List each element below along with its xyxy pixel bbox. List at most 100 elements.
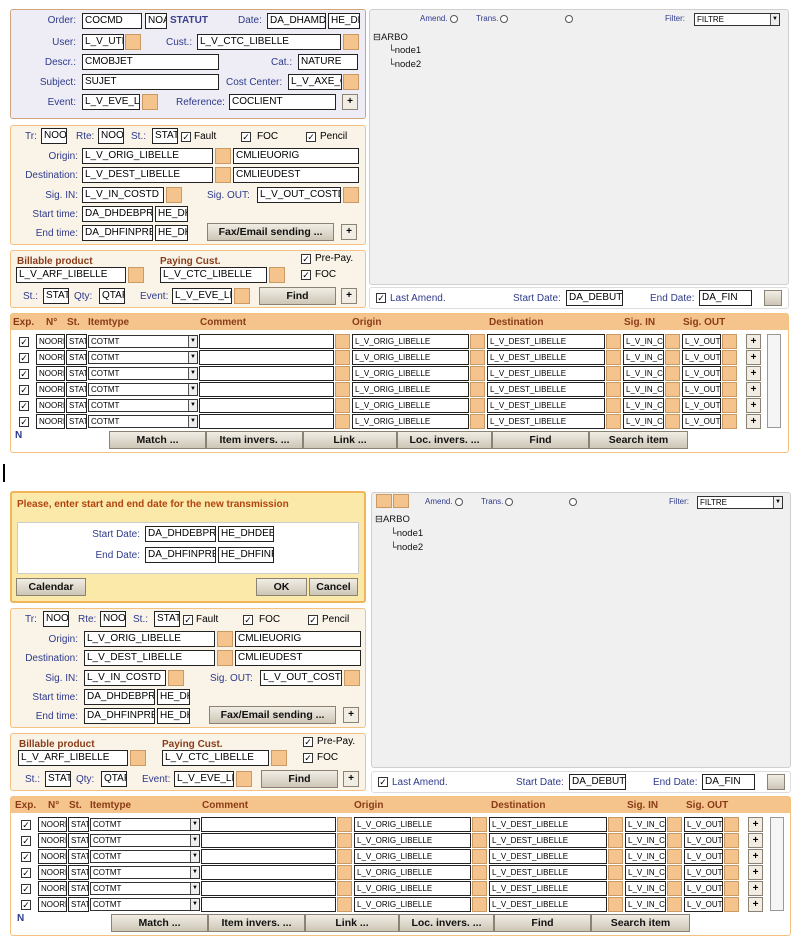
row-plus-button[interactable]: + [748,881,763,896]
row-origin-picker-button[interactable] [337,817,352,832]
row-origin-picker-button-b[interactable] [472,897,487,912]
row-comment-field[interactable] [201,897,336,912]
row-origin-field[interactable]: L_V_ORIG_LIBELLE [354,897,471,912]
row-origin-picker-button-b[interactable] [472,849,487,864]
start-time-field[interactable]: DA_DHDEBPR [82,206,153,222]
order-plus-button[interactable]: + [342,94,358,110]
row-sigin-field[interactable]: L_V_IN_CO [625,897,666,912]
row-exp-checkbox[interactable]: ✓ [21,868,31,878]
row-sigout-field[interactable]: L_V_OUT_ [684,817,723,832]
transmission-plus-button[interactable]: + [341,224,357,240]
row-origin-field[interactable]: L_V_ORIG_LIBELLE [352,334,469,349]
match-button-2[interactable]: Match ... [111,914,208,932]
destination-field-2[interactable]: L_V_DEST_LIBELLE [84,650,215,666]
row-origin-picker-button[interactable] [337,849,352,864]
row-sigin-picker-button[interactable] [665,382,680,397]
row-destination-field[interactable]: L_V_DEST_LIBELLE [489,817,607,832]
end-hour-field[interactable]: HE_DH [155,225,188,241]
row-comment-field[interactable] [199,366,334,381]
start-time-field-2[interactable]: DA_DHDEBPR [84,689,155,705]
sigin-picker-button-2[interactable] [168,670,184,686]
row-exp-checkbox[interactable]: ✓ [21,836,31,846]
row-plus-button[interactable]: + [748,849,763,864]
row-destination-picker-button[interactable] [606,398,621,413]
row-sigin-picker-button[interactable] [667,849,682,864]
dates-calendar-button[interactable] [764,290,782,306]
row-sigin-field[interactable]: L_V_IN_CO [625,881,666,896]
row-origin-picker-button-b[interactable] [470,414,485,429]
filter-select-2[interactable]: FILTRE ▼ [697,496,783,509]
row-origin-field[interactable]: L_V_ORIG_LIBELLE [352,366,469,381]
destination-code-field[interactable]: CMLIEUDEST [233,167,359,183]
row-origin-picker-button[interactable] [337,897,352,912]
row-destination-field[interactable]: L_V_DEST_LIBELLE [487,414,605,429]
row-sigout-field[interactable]: L_V_OUT_ [684,849,723,864]
row-destination-picker-button[interactable] [606,414,621,429]
dates-start-field-2[interactable]: DA_DEBUT [569,774,626,790]
paying-cust-field[interactable]: L_V_CTC_LIBELLE [160,267,267,283]
rte-field-2[interactable]: NOO [100,611,126,627]
date-field[interactable]: DA_DHAMD [267,13,326,29]
row-origin-field[interactable]: L_V_ORIG_LIBELLE [352,414,469,429]
row-sigin-field[interactable]: L_V_IN_CO [623,414,664,429]
row-destination-picker-button[interactable] [608,833,623,848]
fault-checkbox[interactable]: ✓ [181,132,191,142]
dates-start-field[interactable]: DA_DEBUT [566,290,623,306]
row-sigout-field[interactable]: L_V_OUT_ [684,897,723,912]
loc-invers-button[interactable]: Loc. invers. ... [397,431,492,449]
row-sigout-picker-button[interactable] [724,865,739,880]
row-itemtype-select[interactable]: COTMT ▼ [88,399,198,412]
row-sigout-field[interactable]: L_V_OUT_ [682,414,721,429]
billing-find-button[interactable]: Find [259,287,336,305]
row-plus-button[interactable]: + [746,398,761,413]
row-itemtype-select[interactable]: COTMT ▼ [90,818,200,831]
item-invers-button-2[interactable]: Item invers. ... [208,914,305,932]
row-origin-picker-button[interactable] [335,350,350,365]
billing-plus-button[interactable]: + [341,288,357,304]
row-destination-field[interactable]: L_V_DEST_LIBELLE [487,366,605,381]
row-itemtype-select[interactable]: COTMT ▼ [90,882,200,895]
tree-node-2-2[interactable]: └node2 [390,542,423,553]
pencil-checkbox-2[interactable]: ✓ [308,615,318,625]
row-origin-picker-button[interactable] [335,334,350,349]
sigin-field-2[interactable]: L_V_IN_COSTD [84,670,166,686]
origin-field[interactable]: L_V_ORIG_LIBELLE [82,148,213,164]
row-sigout-picker-button[interactable] [724,897,739,912]
origin-picker-button[interactable] [215,148,231,164]
row-sigout-field[interactable]: L_V_OUT_ [684,833,723,848]
row-sigin-picker-button[interactable] [667,881,682,896]
dialog-end-date-field[interactable]: DA_DHFINPRE [145,547,216,563]
ref-field[interactable]: COCLIENT [229,94,336,110]
row-origin-picker-button-b[interactable] [470,382,485,397]
calendar-button[interactable]: Calendar [16,578,86,596]
row-destination-field[interactable]: L_V_DEST_LIBELLE [487,398,605,413]
destination-picker-button-2[interactable] [217,650,233,666]
link-button[interactable]: Link ... [303,431,397,449]
end-hour-field-2[interactable]: HE_DH [157,708,190,724]
row-exp-checkbox[interactable]: ✓ [21,820,31,830]
last-amend-checkbox[interactable]: ✓ [376,293,386,303]
row-destination-picker-button[interactable] [608,881,623,896]
billable-product-field-2[interactable]: L_V_ARF_LIBELLE [18,750,128,766]
row-itemtype-select[interactable]: COTMT ▼ [88,351,198,364]
billing-plus-button-2[interactable]: + [343,771,359,787]
tree-node-1[interactable]: └node1 [388,45,421,56]
cust-field[interactable]: L_V_CTC_LIBELLE [197,34,341,50]
row-origin-picker-button-b[interactable] [472,817,487,832]
tree-root-2[interactable]: ⊟ARBO [375,514,410,525]
row-comment-field[interactable] [201,833,336,848]
row-origin-field[interactable]: L_V_ORIG_LIBELLE [352,350,469,365]
row-sigout-field[interactable]: L_V_OUT_ [682,334,721,349]
row-sigin-picker-button[interactable] [665,398,680,413]
billing-st-field[interactable]: STAT [43,288,69,304]
row-exp-checkbox[interactable]: ✓ [19,385,29,395]
row-comment-field[interactable] [201,817,336,832]
row-sigin-field[interactable]: L_V_IN_CO [623,334,664,349]
row-itemtype-select[interactable]: COTMT ▼ [90,898,200,911]
find-button[interactable]: Find [492,431,589,449]
row-destination-field[interactable]: L_V_DEST_LIBELLE [489,897,607,912]
row-itemtype-select[interactable]: COTMT ▼ [88,415,198,428]
row-destination-picker-button[interactable] [608,897,623,912]
row-exp-checkbox[interactable]: ✓ [19,337,29,347]
cost-picker-button[interactable] [343,74,359,90]
